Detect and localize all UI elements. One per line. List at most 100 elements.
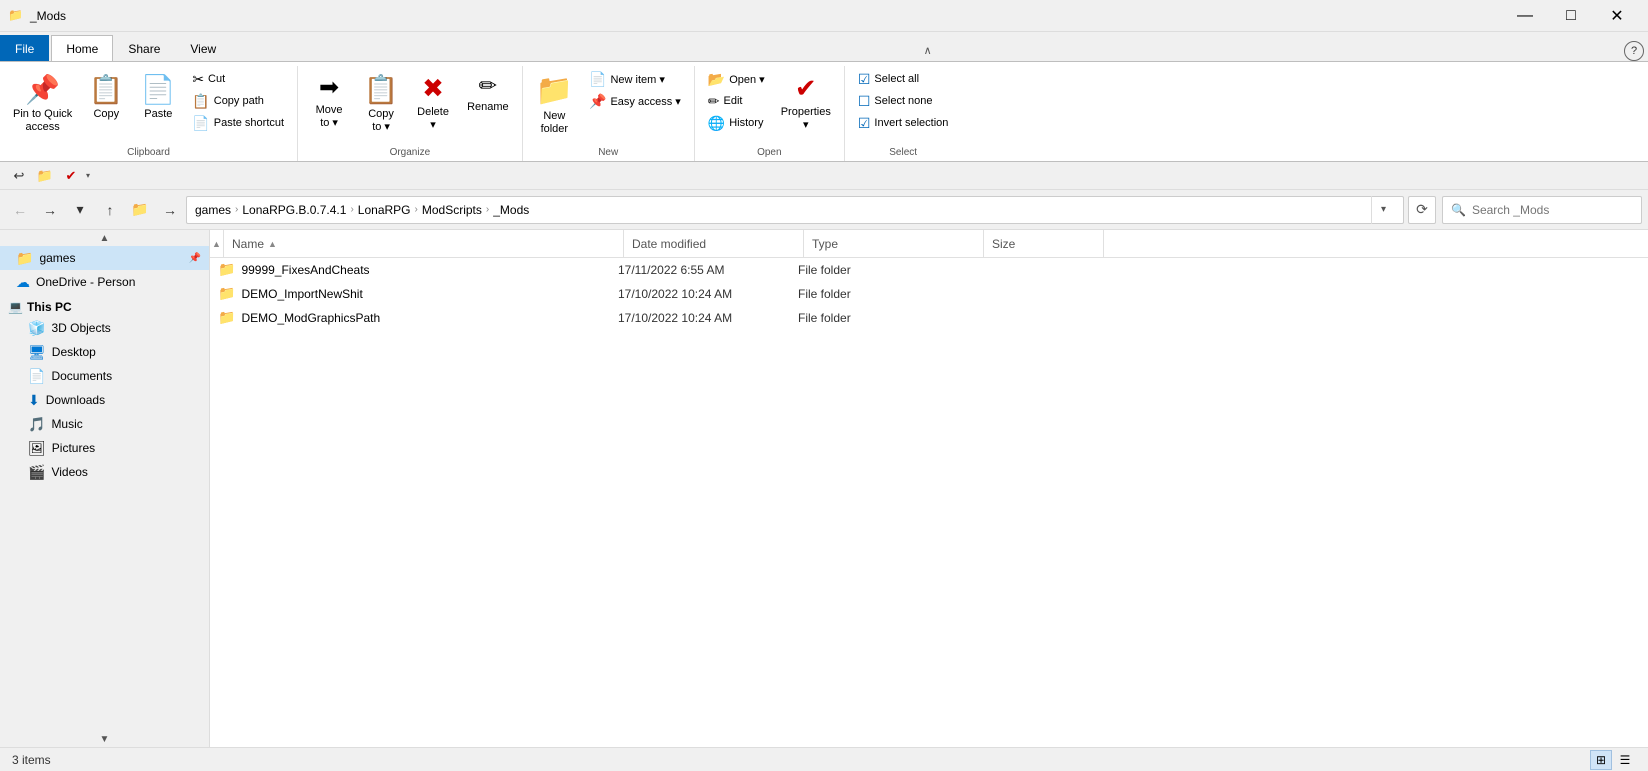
open-label: Open ▾ (729, 73, 765, 86)
easy-access-label: Easy access ▾ (610, 95, 680, 108)
sidebar-item-pictures[interactable]: 🖼 Pictures (0, 436, 209, 460)
sidebar-item-downloads[interactable]: ⬇ Downloads (0, 388, 209, 412)
col-header-name[interactable]: Name ▲ (224, 230, 624, 257)
paste-shortcut-button[interactable]: 📄 Paste shortcut (185, 112, 291, 134)
table-row[interactable]: 📁 99999_FixesAndCheats 17/11/2022 6:55 A… (210, 258, 1648, 282)
close-button[interactable]: ✕ (1594, 0, 1640, 32)
copy-button[interactable]: 📋 Copy (81, 68, 131, 140)
window-title: _Mods (30, 9, 1502, 23)
sidebar-3d-label: 3D Objects (51, 321, 201, 335)
copy-to-button[interactable]: 📋 Copyto ▾ (356, 68, 406, 140)
delete-button[interactable]: ✖ Delete▾ (408, 68, 458, 140)
search-bar[interactable]: 🔍 (1442, 196, 1642, 224)
ribbon-collapse-icon[interactable]: ∧ (916, 40, 940, 61)
select-all-button[interactable]: ☑ Select all (851, 68, 956, 90)
path-seg-mods: _Mods (493, 203, 529, 217)
address-dropdown-button[interactable]: ▾ (1371, 196, 1395, 224)
qa-folder-button[interactable]: 📁 (34, 165, 56, 187)
move-to-button[interactable]: ➡ Moveto ▾ (304, 68, 354, 140)
qa-check-button[interactable]: ✔ (60, 165, 82, 187)
tab-share[interactable]: Share (113, 35, 175, 61)
nav-forward2-button[interactable]: → (156, 196, 184, 224)
select-none-button[interactable]: ☐ Select none (851, 90, 956, 112)
minimize-button[interactable]: — (1502, 0, 1548, 32)
qa-dropdown-button[interactable]: ▾ (86, 171, 90, 180)
rename-button[interactable]: ✏ Rename (460, 68, 516, 140)
open-icon: 📂 (708, 71, 725, 88)
edit-button[interactable]: ✏ Edit (701, 90, 772, 112)
sidebar-scroll-down[interactable]: ▼ (0, 731, 209, 747)
cut-button[interactable]: ✂ Cut (185, 68, 291, 90)
new-folder-button[interactable]: 📁 Newfolder (529, 68, 580, 140)
open-label: Open (701, 145, 838, 161)
tab-view[interactable]: View (175, 35, 231, 61)
tab-home[interactable]: Home (51, 35, 113, 61)
tab-file[interactable]: File (0, 35, 49, 61)
col-header-size[interactable]: Size (984, 230, 1104, 257)
search-input[interactable] (1472, 203, 1633, 217)
copy-path-button[interactable]: 📋 Copy path (185, 90, 291, 112)
forward-button[interactable]: → (36, 196, 64, 224)
file-name-cell: 📁 DEMO_ModGraphicsPath (210, 309, 610, 326)
col-name-sort-icon: ▲ (268, 239, 277, 249)
title-icon: 📁 (8, 8, 24, 24)
address-bar[interactable]: games › LonaRPG.B.0.7.4.1 › LonaRPG › Mo… (186, 196, 1404, 224)
sidebar-item-desktop[interactable]: 🖥 Desktop (0, 340, 209, 364)
qa-undo-button[interactable]: ↩ (8, 165, 30, 187)
path-seg-games: games (195, 203, 231, 217)
maximize-button[interactable]: □ (1548, 0, 1594, 32)
quick-access-toolbar: ↩ 📁 ✔ ▾ (0, 162, 1648, 190)
properties-button[interactable]: ✔ Properties▾ (774, 68, 838, 140)
table-row[interactable]: 📁 DEMO_ImportNewShit 17/10/2022 10:24 AM… (210, 282, 1648, 306)
file-name-cell: 📁 DEMO_ImportNewShit (210, 285, 610, 302)
folder-icon: 📁 (218, 309, 235, 326)
new-item-button[interactable]: 📄 New item ▾ (582, 68, 688, 90)
col-header-type[interactable]: Type (804, 230, 984, 257)
back-button[interactable]: ← (6, 196, 34, 224)
sidebar-this-pc[interactable]: 💻 This PC (0, 294, 209, 316)
paste-button[interactable]: 📄 Paste (133, 68, 183, 140)
invert-selection-button[interactable]: ☑ Invert selection (851, 112, 956, 134)
sidebar-scroll-up[interactable]: ▲ (0, 230, 209, 246)
organize-group-content: ➡ Moveto ▾ 📋 Copyto ▾ ✖ Delete▾ ✏ Rename (304, 68, 516, 145)
history-button[interactable]: 🌐 History (701, 112, 772, 134)
view-details-button[interactable]: ⊞ (1590, 750, 1612, 770)
sidebar-pictures-label: Pictures (52, 441, 201, 455)
games-icon: 📁 (16, 250, 33, 267)
sidebar-item-music[interactable]: 🎵 Music (0, 412, 209, 436)
pin-quick-access-button[interactable]: 📌 Pin to Quickaccess (6, 68, 79, 140)
easy-access-button[interactable]: 📌 Easy access ▾ (582, 90, 688, 112)
sidebar-onedrive-label: OneDrive - Person (36, 275, 201, 289)
downloads-icon: ⬇ (28, 392, 40, 409)
sidebar-item-videos[interactable]: 🎬 Videos (0, 460, 209, 484)
edit-icon: ✏ (708, 93, 720, 110)
refresh-button[interactable]: ⟳ (1408, 196, 1436, 224)
sidebar-item-documents[interactable]: 📄 Documents (0, 364, 209, 388)
invert-selection-icon: ☑ (858, 115, 871, 132)
ribbon-group-organize: ➡ Moveto ▾ 📋 Copyto ▾ ✖ Delete▾ ✏ Rename… (298, 66, 523, 161)
clipboard-sub-col: ✂ Cut 📋 Copy path 📄 Paste shortcut (185, 68, 291, 134)
search-icon: 🔍 (1451, 203, 1466, 217)
copy-label: Copy (93, 108, 119, 121)
open-button[interactable]: 📂 Open ▾ (701, 68, 772, 90)
open-sub-col: 📂 Open ▾ ✏ Edit 🌐 History (701, 68, 772, 134)
clipboard-group-content: 📌 Pin to Quickaccess 📋 Copy 📄 Paste ✂ Cu… (6, 68, 291, 145)
sidebar-item-3d-objects[interactable]: 🧊 3D Objects (0, 316, 209, 340)
col-header-date[interactable]: Date modified (624, 230, 804, 257)
sidebar-item-games[interactable]: 📁 games 📌 (0, 246, 209, 270)
up-button[interactable]: ↑ (96, 196, 124, 224)
view-list-button[interactable]: ☰ (1614, 750, 1636, 770)
sidebar-item-onedrive[interactable]: ☁ OneDrive - Person (0, 270, 209, 294)
table-row[interactable]: 📁 DEMO_ModGraphicsPath 17/10/2022 10:24 … (210, 306, 1648, 330)
main-layout: ▲ 📁 games 📌 ☁ OneDrive - Person 💻 This P… (0, 230, 1648, 747)
cut-icon: ✂ (192, 71, 204, 88)
col-name-label: Name (232, 237, 264, 251)
column-headers: ▲ Name ▲ Date modified Type Size (210, 230, 1648, 258)
title-bar: 📁 _Mods — □ ✕ (0, 0, 1648, 32)
new-group-content: 📁 Newfolder 📄 New item ▾ 📌 Easy access ▾ (529, 68, 688, 145)
music-icon: 🎵 (28, 416, 45, 433)
path-seg-lonadir: LonaRPG.B.0.7.4.1 (242, 203, 346, 217)
nav-dropdown-button[interactable]: ▾ (66, 196, 94, 224)
file-type-cell: File folder (790, 311, 970, 325)
help-button[interactable]: ? (1624, 41, 1644, 61)
